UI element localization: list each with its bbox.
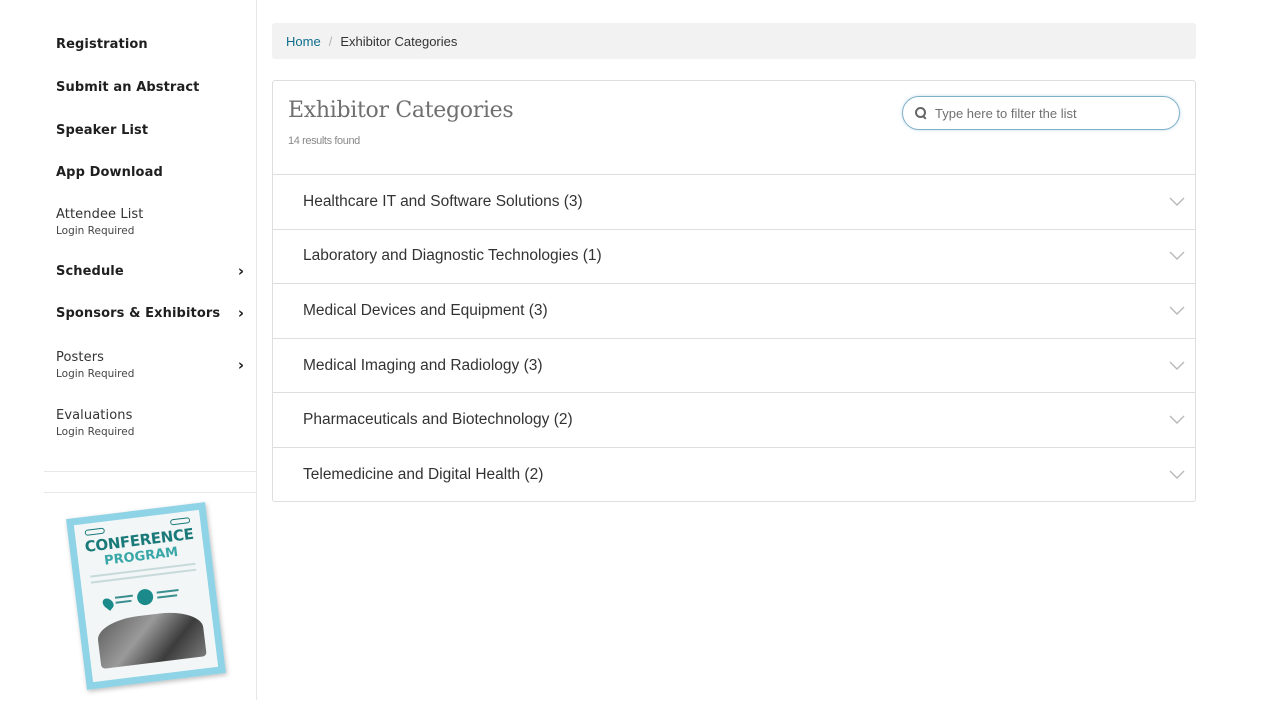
category-label: Medical Devices and Equipment (3) bbox=[303, 301, 548, 319]
tag-shape bbox=[169, 517, 191, 526]
login-required-note: Login Required bbox=[56, 426, 135, 438]
chevron-right-icon: › bbox=[237, 304, 244, 322]
chevron-right-icon: › bbox=[237, 356, 244, 374]
sidebar-item-submit-abstract[interactable]: Submit an Abstract bbox=[56, 77, 244, 97]
sidebar-item-registration[interactable]: Registration bbox=[56, 34, 244, 54]
breadcrumb-current: Exhibitor Categories bbox=[340, 33, 458, 49]
sidebar-item-schedule[interactable]: Schedule › bbox=[56, 261, 244, 281]
text-line bbox=[156, 589, 179, 594]
category-row[interactable]: Pharmaceuticals and Biotechnology (2) bbox=[273, 392, 1195, 447]
audience-photo bbox=[95, 608, 207, 669]
breadcrumb-home-link[interactable]: Home bbox=[286, 34, 321, 49]
filter-input[interactable] bbox=[935, 105, 1165, 121]
tag-shape bbox=[84, 527, 106, 536]
sidebar-item-posters[interactable]: Posters Login Required › bbox=[56, 348, 244, 382]
sidebar-item-evaluations[interactable]: Evaluations Login Required bbox=[56, 406, 244, 440]
chevron-down-icon bbox=[1169, 306, 1185, 315]
chevron-down-icon bbox=[1169, 251, 1185, 261]
category-row[interactable]: Healthcare IT and Software Solutions (3) bbox=[273, 174, 1195, 229]
login-required-note: Login Required bbox=[56, 368, 135, 380]
sidebar-item-label: Registration bbox=[56, 36, 148, 52]
sidebar-item-attendee-list[interactable]: Attendee List Login Required bbox=[56, 205, 244, 239]
sidebar-divider bbox=[44, 492, 256, 493]
location-pin-icon bbox=[100, 596, 116, 611]
results-count: 14 results found bbox=[288, 135, 360, 147]
exhibitor-categories-panel: Exhibitor Categories 14 results found He… bbox=[272, 80, 1196, 502]
text-line bbox=[157, 594, 178, 599]
category-label: Telemedicine and Digital Health (2) bbox=[303, 465, 544, 483]
sidebar-item-label: Posters bbox=[56, 350, 105, 365]
login-required-note: Login Required bbox=[56, 225, 135, 237]
text-line bbox=[114, 594, 133, 599]
chevron-down-icon bbox=[1169, 415, 1185, 425]
category-label: Healthcare IT and Software Solutions (3) bbox=[303, 192, 583, 210]
sidebar-item-app-download[interactable]: App Download bbox=[56, 162, 244, 182]
category-list: Healthcare IT and Software Solutions (3)… bbox=[273, 174, 1195, 502]
sidebar-border bbox=[256, 0, 257, 700]
sidebar-item-label: Submit an Abstract bbox=[56, 79, 200, 95]
breadcrumb: Home / Exhibitor Categories bbox=[272, 23, 1196, 59]
sidebar-item-label: Sponsors & Exhibitors bbox=[56, 305, 221, 321]
sidebar-item-speaker-list[interactable]: Speaker List bbox=[56, 120, 244, 140]
category-label: Laboratory and Diagnostic Technologies (… bbox=[303, 247, 602, 265]
text-line bbox=[115, 599, 132, 604]
breadcrumb-separator: / bbox=[328, 33, 333, 49]
sidebar-item-label: Evaluations bbox=[56, 408, 133, 423]
category-row[interactable]: Telemedicine and Digital Health (2) bbox=[273, 446, 1195, 502]
filter-search-box[interactable] bbox=[902, 96, 1180, 130]
page-title: Exhibitor Categories bbox=[288, 98, 514, 123]
conference-program-image[interactable]: CONFERENCE PROGRAM bbox=[66, 502, 226, 690]
sidebar-item-label: Attendee List bbox=[56, 207, 144, 222]
sidebar-item-label: Schedule bbox=[56, 263, 124, 279]
sidebar-item-sponsors-exhibitors[interactable]: Sponsors & Exhibitors › bbox=[56, 303, 244, 323]
category-row[interactable]: Medical Imaging and Radiology (3) bbox=[273, 337, 1195, 393]
globe-icon bbox=[136, 588, 155, 607]
search-icon bbox=[915, 107, 927, 119]
category-row[interactable]: Medical Devices and Equipment (3) bbox=[273, 283, 1195, 338]
chevron-down-icon bbox=[1169, 470, 1185, 479]
category-label: Medical Imaging and Radiology (3) bbox=[303, 356, 543, 374]
sidebar-divider bbox=[44, 471, 256, 472]
category-row[interactable]: Laboratory and Diagnostic Technologies (… bbox=[273, 228, 1195, 284]
chevron-down-icon bbox=[1169, 197, 1185, 206]
sidebar-item-label: Speaker List bbox=[56, 122, 149, 138]
category-label: Pharmaceuticals and Biotechnology (2) bbox=[303, 411, 573, 429]
sidebar-item-label: App Download bbox=[56, 164, 163, 180]
chevron-down-icon bbox=[1169, 361, 1185, 370]
chevron-right-icon: › bbox=[237, 262, 244, 280]
